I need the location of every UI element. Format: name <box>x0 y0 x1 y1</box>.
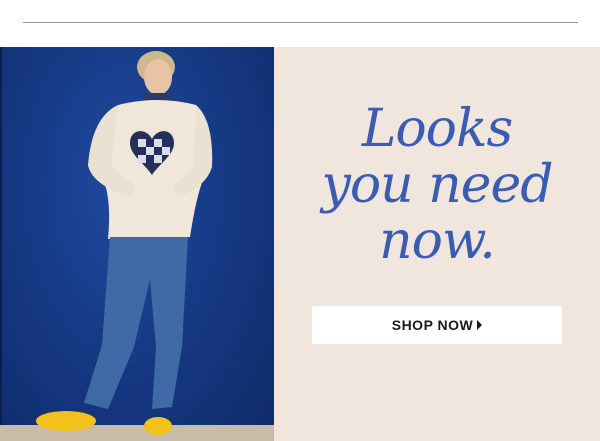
promo-headline: Looks you need now. <box>274 101 600 269</box>
promo-panel: Looks you need now. SHOP NOW <box>274 47 600 441</box>
model-illustration <box>36 51 213 435</box>
model-photo[interactable] <box>0 47 274 441</box>
headline-line-3: now. <box>379 211 496 271</box>
shop-now-label: SHOP NOW <box>391 317 474 333</box>
promo-banner[interactable]: Looks you need now. SHOP NOW <box>0 47 600 441</box>
headline-line-1: Looks <box>361 99 513 159</box>
top-divider <box>23 22 578 23</box>
caret-right-icon <box>477 320 483 330</box>
headline-line-2: you need <box>321 155 553 215</box>
shop-now-button[interactable]: SHOP NOW <box>312 306 562 344</box>
